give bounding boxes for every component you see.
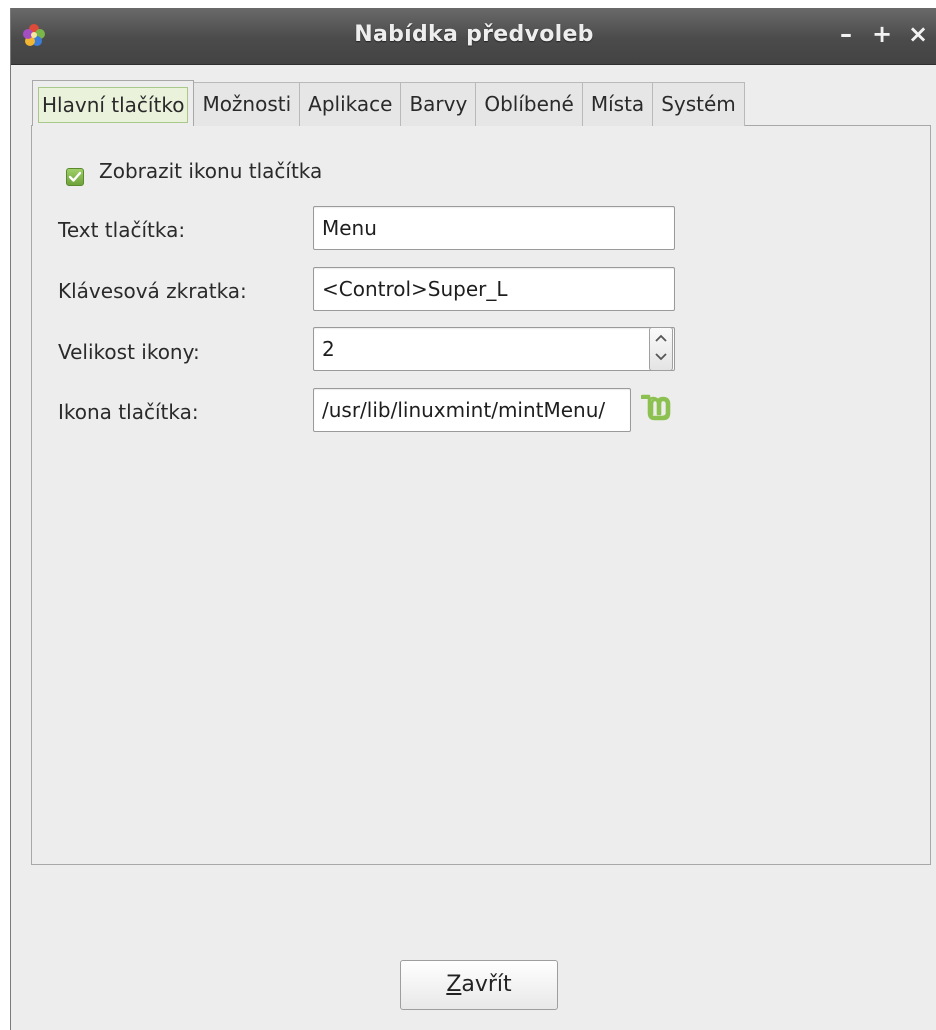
button-text-label: Text tlačítka: bbox=[58, 218, 186, 242]
chevron-up-icon bbox=[655, 334, 667, 342]
tab-label: Hlavní tlačítko bbox=[38, 87, 189, 123]
tab-favorites[interactable]: Oblíbené bbox=[475, 82, 583, 126]
chevron-down-icon bbox=[655, 353, 667, 361]
close-mnemonic: Z bbox=[446, 972, 462, 997]
tab-bar: Hlavní tlačítko Možnosti Aplikace Barvy … bbox=[32, 80, 745, 126]
spin-down-button[interactable] bbox=[650, 349, 672, 370]
shortcut-input[interactable]: <Control>Super_L bbox=[313, 267, 675, 311]
tab-main-button[interactable]: Hlavní tlačítko bbox=[32, 80, 195, 126]
tab-applications[interactable]: Aplikace bbox=[299, 82, 402, 126]
minimize-button[interactable]: – bbox=[835, 20, 857, 48]
button-text-input[interactable]: Menu bbox=[313, 206, 675, 250]
maximize-button[interactable]: + bbox=[871, 20, 893, 48]
button-icon-label: Ikona tlačítka: bbox=[58, 400, 199, 424]
show-icon-checkbox[interactable] bbox=[66, 168, 84, 186]
tab-colors[interactable]: Barvy bbox=[400, 82, 477, 126]
close-label-rest: avřít bbox=[461, 972, 512, 997]
checkmark-icon bbox=[68, 171, 82, 182]
shortcut-label: Klávesová zkratka: bbox=[58, 279, 247, 303]
tab-places[interactable]: Místa bbox=[581, 82, 654, 126]
close-window-button[interactable]: × bbox=[907, 20, 929, 48]
preferences-window: Nabídka předvoleb – + × Hlavní tlačítko … bbox=[10, 8, 936, 1030]
window-title: Nabídka předvoleb bbox=[354, 22, 594, 47]
close-button[interactable]: Zavřít bbox=[400, 960, 558, 1010]
title-bar[interactable]: Nabídka předvoleb – + × bbox=[11, 8, 936, 65]
icon-size-stepper bbox=[649, 327, 673, 371]
spin-up-button[interactable] bbox=[650, 328, 672, 349]
show-icon-label[interactable]: Zobrazit ikonu tlačítka bbox=[99, 159, 322, 183]
icon-size-label: Velikost ikony: bbox=[58, 340, 200, 364]
tab-system[interactable]: Systém bbox=[652, 82, 745, 126]
icon-size-spinbox[interactable]: 2 bbox=[313, 327, 675, 371]
button-icon-path-input[interactable]: /usr/lib/linuxmint/mintMenu/ bbox=[313, 388, 631, 432]
linux-mint-logo-icon[interactable] bbox=[639, 393, 675, 425]
tab-options[interactable]: Možnosti bbox=[193, 82, 301, 126]
